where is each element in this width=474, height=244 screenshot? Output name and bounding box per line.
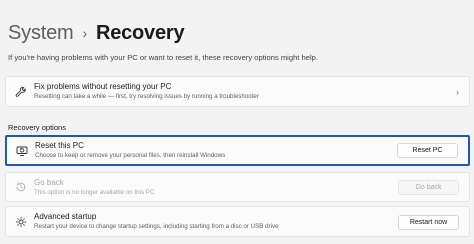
section-title: Recovery options [8, 123, 66, 132]
go-back-card: Go back This option is no longer availab… [5, 172, 470, 202]
advanced-startup-description: Restart your device to change startup se… [34, 223, 279, 230]
reset-pc-title: Reset this PC [35, 141, 84, 150]
restart-now-button[interactable]: Restart now [398, 215, 459, 230]
breadcrumb: System › Recovery [8, 22, 185, 45]
fix-problems-description: Resetting can take a while — first, try … [34, 93, 259, 100]
go-back-title: Go back [34, 177, 64, 187]
advanced-startup-icon [14, 215, 27, 228]
history-icon [14, 181, 27, 194]
reset-pc-description: Choose to keep or remove your personal f… [35, 152, 226, 159]
reset-pc-icon [15, 144, 28, 157]
go-back-button: Go back [398, 180, 459, 195]
reset-pc-card: Reset this PC Choose to keep or remove y… [5, 135, 470, 166]
chevron-right-icon: › [456, 87, 459, 97]
fix-problems-card[interactable]: Fix problems without resetting your PC R… [5, 76, 470, 107]
intro-text: If you're having problems with your PC o… [8, 53, 318, 62]
page-title: Recovery [95, 22, 185, 44]
fix-problems-title: Fix problems without resetting your PC [34, 82, 172, 91]
breadcrumb-separator: › [82, 24, 87, 41]
wrench-icon [14, 85, 27, 98]
advanced-startup-card: Advanced startup Restart your device to … [5, 206, 470, 237]
advanced-startup-title: Advanced startup [34, 212, 97, 221]
reset-pc-button[interactable]: Reset PC [397, 143, 458, 158]
go-back-description: This option is no longer available on th… [34, 188, 155, 196]
breadcrumb-system[interactable]: System [8, 22, 74, 45]
